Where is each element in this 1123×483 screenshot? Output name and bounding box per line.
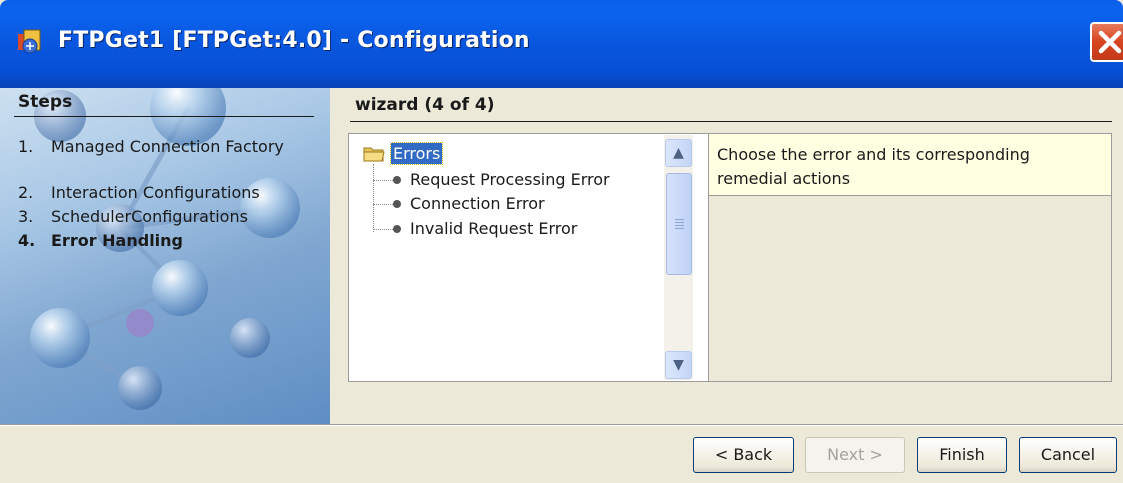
app-icon bbox=[18, 29, 41, 54]
step-label: SchedulerConfigurations bbox=[51, 207, 248, 226]
close-icon bbox=[1098, 30, 1122, 54]
steps-title: Steps bbox=[18, 92, 73, 112]
step-number: 4. bbox=[18, 231, 36, 250]
scroll-grip bbox=[675, 219, 684, 220]
close-button[interactable] bbox=[1090, 22, 1123, 62]
scroll-down-button[interactable]: ▼ bbox=[665, 351, 692, 379]
folder-icon bbox=[363, 147, 385, 162]
tree-connector bbox=[373, 164, 375, 232]
tree-node-bullet-icon bbox=[393, 176, 401, 184]
step-number: 1. bbox=[18, 137, 34, 156]
cancel-button[interactable]: Cancel bbox=[1019, 437, 1117, 473]
description-pane: Choose the error and its corresponding r… bbox=[709, 133, 1112, 382]
step-label: Interaction Configurations bbox=[51, 183, 260, 202]
steps-panel: Steps 1. Managed Connection Factory 2. I… bbox=[0, 88, 330, 424]
tree-connector bbox=[373, 180, 395, 181]
description-box: Choose the error and its corresponding r… bbox=[709, 134, 1111, 196]
tree-node-bullet-icon bbox=[393, 225, 401, 233]
tree-node-bullet-icon bbox=[393, 200, 401, 208]
tree-scrollbar[interactable]: ▲ ▼ bbox=[664, 135, 693, 380]
step-number: 2. bbox=[18, 183, 34, 202]
error-tree[interactable]: Errors Request Processing Error Connecti… bbox=[348, 133, 709, 382]
back-button[interactable]: < Back bbox=[693, 437, 794, 473]
scroll-up-icon: ▲ bbox=[673, 145, 684, 161]
scroll-up-button[interactable]: ▲ bbox=[665, 139, 692, 167]
scroll-grip bbox=[675, 222, 684, 223]
scroll-grip bbox=[675, 225, 684, 226]
step-label: Error Handling bbox=[51, 231, 184, 250]
scroll-grip bbox=[675, 228, 684, 229]
step-label: Managed Connection Factory bbox=[51, 137, 284, 156]
wizard-title: wizard (4 of 4) bbox=[355, 95, 495, 115]
finish-button[interactable]: Finish bbox=[917, 437, 1007, 473]
scroll-thumb[interactable] bbox=[666, 173, 692, 275]
title-bar[interactable]: FTPGet1 [FTPGet:4.0] - Configuration bbox=[0, 0, 1123, 88]
configuration-window: FTPGet1 [FTPGet:4.0] - Configuration Ste… bbox=[0, 0, 1123, 483]
wizard-divider bbox=[350, 121, 1112, 122]
tree-root-errors[interactable]: Errors bbox=[389, 142, 444, 165]
steps-divider bbox=[14, 116, 314, 117]
next-button: Next > bbox=[805, 437, 905, 473]
description-text: Choose the error and its corresponding r… bbox=[717, 145, 1030, 188]
tree-item-label: Connection Error bbox=[410, 194, 545, 213]
window-title: FTPGet1 [FTPGet:4.0] - Configuration bbox=[58, 28, 530, 53]
tree-connector bbox=[373, 229, 395, 230]
footer-divider-highlight bbox=[0, 425, 1123, 426]
step-number: 3. bbox=[18, 207, 34, 226]
scroll-down-icon: ▼ bbox=[673, 357, 684, 373]
tree-item-label: Request Processing Error bbox=[410, 170, 610, 189]
tree-connector bbox=[373, 204, 395, 205]
tree-item-label: Invalid Request Error bbox=[410, 219, 578, 238]
